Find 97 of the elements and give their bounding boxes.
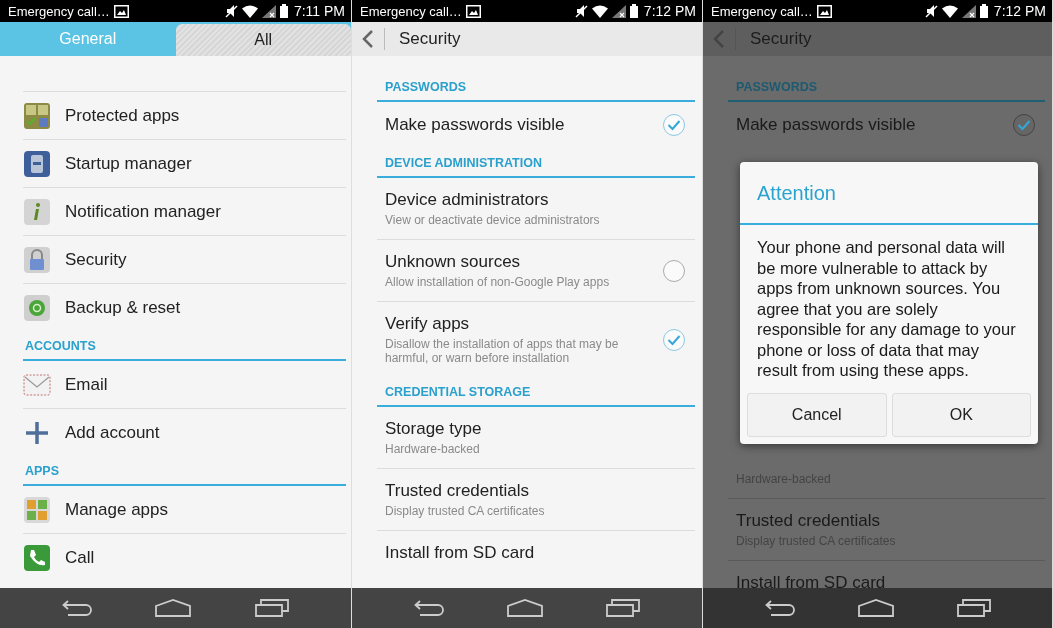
setting-title: Trusted credentials bbox=[385, 481, 530, 501]
menu-item-label: Notification manager bbox=[65, 201, 221, 222]
setting-row[interactable]: Make passwords visible bbox=[377, 102, 695, 148]
setting-title: Install from SD card bbox=[385, 543, 536, 563]
menu-item[interactable]: Manage apps bbox=[23, 486, 346, 533]
clock-time: 7:12 PM bbox=[993, 3, 1046, 19]
dialog-title: Attention bbox=[740, 162, 1038, 225]
menu-item-label: Startup manager bbox=[65, 153, 192, 174]
home-icon[interactable] bbox=[155, 599, 192, 617]
setting-title: Storage type bbox=[385, 419, 483, 439]
section-header: DEVICE ADMINISTRATION bbox=[377, 148, 695, 178]
menu-item-label: Manage apps bbox=[65, 499, 169, 520]
menu-item[interactable]: Protected apps bbox=[23, 91, 346, 139]
muted-speaker-icon bbox=[224, 4, 238, 18]
section-header: APPS bbox=[23, 456, 346, 486]
checkbox[interactable] bbox=[1013, 114, 1035, 136]
setting-title: Unknown sources bbox=[385, 252, 522, 272]
menu-item[interactable]: Startup manager bbox=[23, 139, 346, 187]
checkbox[interactable] bbox=[663, 259, 685, 282]
menu-item[interactable]: Security bbox=[23, 235, 346, 283]
info-icon bbox=[23, 197, 51, 226]
setting-title: Device administrators bbox=[385, 190, 550, 210]
menu-item-label: Email bbox=[65, 374, 108, 395]
setting-description: Disallow the installation of apps that may be harmful, or warn before installation bbox=[385, 337, 620, 365]
recent-apps-icon[interactable] bbox=[606, 599, 641, 617]
notification-text: Emergency call… bbox=[8, 3, 110, 19]
recent-apps-icon[interactable] bbox=[956, 599, 991, 617]
menu-item-label: Add account bbox=[65, 422, 160, 443]
setting-title: Install from SD card bbox=[736, 573, 887, 588]
menu-item[interactable]: Add account bbox=[23, 408, 346, 456]
checkmark-icon bbox=[667, 119, 681, 131]
menu-item[interactable]: Backup & reset bbox=[23, 283, 346, 331]
setting-description: Allow installation of non-Google Play apps bbox=[385, 275, 611, 289]
picture-icon bbox=[816, 4, 832, 18]
setting-description: View or deactivate device administrators bbox=[385, 213, 601, 227]
setting-title: Make passwords visible bbox=[385, 115, 566, 135]
setting-description: Display trusted CA certificates bbox=[385, 504, 546, 518]
muted-speaker-icon bbox=[574, 4, 588, 18]
signal-icon bbox=[611, 4, 626, 18]
battery-icon bbox=[279, 4, 288, 18]
wifi-icon bbox=[941, 4, 958, 18]
signal-icon bbox=[961, 4, 976, 18]
setting-row[interactable]: Install from SD card bbox=[377, 530, 695, 575]
menu-item-label: Call bbox=[65, 547, 95, 568]
section-header: CREDENTIAL STORAGE bbox=[377, 377, 695, 407]
screen-title: Security bbox=[750, 29, 812, 49]
handset-icon bbox=[23, 543, 51, 572]
screen-title: Security bbox=[399, 29, 461, 49]
checkbox[interactable] bbox=[663, 114, 685, 136]
section-header: PASSWORDS bbox=[728, 72, 1045, 102]
wifi-icon bbox=[241, 4, 258, 18]
setting-title: Trusted credentials bbox=[736, 511, 881, 531]
back-icon[interactable] bbox=[413, 600, 444, 616]
setting-title: Make passwords visible bbox=[736, 115, 917, 135]
battery-icon bbox=[629, 4, 638, 18]
checkbox[interactable] bbox=[663, 328, 685, 351]
phone-icon bbox=[23, 149, 51, 178]
menu-item-label: Security bbox=[65, 249, 127, 270]
lock-icon bbox=[23, 245, 51, 274]
setting-row[interactable]: Device administrators View or deactivate device administrators bbox=[377, 178, 695, 239]
menu-item[interactable]: Email bbox=[23, 361, 346, 408]
notification-text: Emergency call… bbox=[360, 3, 462, 19]
menu-item[interactable]: Call bbox=[23, 533, 346, 581]
picture-icon bbox=[465, 4, 481, 18]
picture-icon bbox=[113, 4, 129, 18]
tile-lock-icon bbox=[23, 101, 51, 130]
signal-icon bbox=[261, 4, 276, 18]
recent-apps-icon[interactable] bbox=[255, 599, 290, 617]
checkmark-icon bbox=[1017, 119, 1031, 131]
section-header: ACCOUNTS bbox=[23, 331, 346, 361]
checkmark-icon bbox=[667, 333, 681, 346]
setting-description: Hardware-backed bbox=[385, 442, 481, 456]
menu-item[interactable]: Notification manager bbox=[23, 187, 346, 235]
muted-speaker-icon bbox=[924, 4, 938, 18]
grid-icon bbox=[23, 495, 51, 524]
setting-title: Verify apps bbox=[385, 314, 471, 334]
notification-text: Emergency call… bbox=[711, 3, 813, 19]
clock-time: 7:11 PM bbox=[293, 3, 345, 19]
section-header: PASSWORDS bbox=[377, 72, 695, 102]
setting-row[interactable]: Trusted credentials Display trusted CA certificates bbox=[377, 468, 695, 530]
dialog-button[interactable]: OK bbox=[891, 392, 1031, 437]
setting-row[interactable]: Storage type Hardware-backed bbox=[377, 407, 695, 468]
setting-row[interactable]: Verify apps Disallow the installation of apps that may be harmful, or warn before installation bbox=[377, 301, 695, 377]
clock-time: 7:12 PM bbox=[643, 3, 696, 19]
dialog-button[interactable]: Cancel bbox=[747, 392, 887, 437]
battery-icon bbox=[979, 4, 988, 18]
menu-item-label: Protected apps bbox=[65, 105, 180, 126]
back-icon[interactable] bbox=[764, 600, 795, 616]
back-icon[interactable] bbox=[61, 600, 92, 616]
dialog-message: Your phone and personal data will be more vulnerable to attack by apps from unknown sources. You agree that you are solely responsible for any damage to your phone or loss of data that may result from using these apps. bbox=[756, 237, 1017, 381]
home-icon[interactable] bbox=[857, 599, 894, 617]
back-chevron-icon[interactable] bbox=[362, 29, 374, 49]
setting-row[interactable]: Unknown sources Allow installation of non-Google Play apps bbox=[377, 239, 695, 301]
wifi-icon bbox=[591, 4, 608, 18]
menu-item-label: Backup & reset bbox=[65, 297, 181, 318]
home-icon[interactable] bbox=[507, 599, 543, 617]
tab[interactable]: All bbox=[175, 24, 351, 56]
